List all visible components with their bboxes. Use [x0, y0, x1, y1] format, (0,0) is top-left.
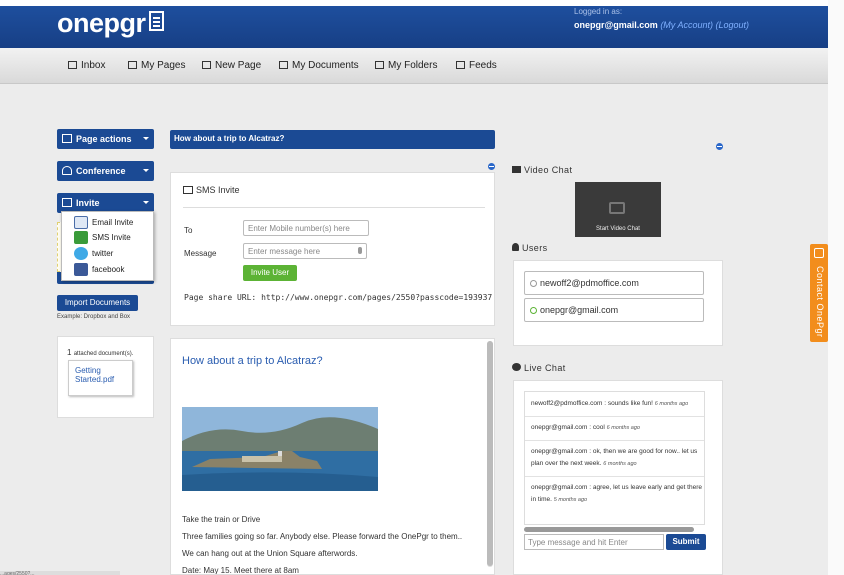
document-line: Three families going so far. Anybody els…: [182, 532, 463, 541]
chat-message: onepgr@gmail.com : ok, then we are good …: [531, 448, 698, 467]
chevron-down-icon: [143, 201, 149, 204]
import-documents-button[interactable]: Import Documents: [57, 295, 138, 311]
chat-message: onepgr@gmail.com : cool 6 months ago: [531, 424, 640, 431]
browser-status-bar: ...ages/2550?...: [0, 571, 120, 575]
page-title-bar: How about a trip to Alcatraz?: [170, 130, 495, 149]
document-line: Take the train or Drive: [182, 515, 261, 524]
user-row[interactable]: onepgr@gmail.com: [524, 298, 704, 322]
onepgr-logo[interactable]: onepgr: [57, 8, 164, 39]
collapse-icon[interactable]: [488, 163, 495, 170]
logo-document-icon: [148, 11, 164, 31]
live-chat-heading: Live Chat: [512, 363, 566, 373]
chevron-down-icon: [143, 137, 149, 140]
my-account-link[interactable]: (My Account): [660, 20, 713, 30]
live-chat-panel: newoff2@pdmoffice.com : sounds like fun!…: [513, 380, 723, 575]
mobile-number-input[interactable]: Enter Mobile number(s) here: [243, 220, 369, 236]
account-info: onepgr@gmail.com (My Account) (Logout): [574, 20, 749, 30]
user-icon: [512, 243, 519, 251]
conference-button[interactable]: Conference: [57, 161, 154, 181]
book-icon: [128, 61, 137, 69]
sms-invite-heading: SMS Invite: [183, 185, 240, 195]
page-share-url: Page share URL: http://www.onepgr.com/pa…: [184, 293, 493, 302]
document-scrollbar[interactable]: [487, 341, 493, 567]
start-video-chat-button[interactable]: Start Video Chat: [575, 182, 661, 237]
user-row[interactable]: newoff2@pdmoffice.com: [524, 271, 704, 295]
menu-email-invite[interactable]: Email Invite: [74, 216, 133, 230]
chat-message-input[interactable]: Type message and hit Enter: [524, 534, 664, 550]
document-title: How about a trip to Alcatraz?: [182, 355, 323, 367]
menu-facebook[interactable]: facebook: [74, 263, 124, 277]
divider: [183, 207, 485, 208]
invite-user-button[interactable]: Invite User: [243, 265, 297, 281]
divider: [525, 476, 704, 477]
facebook-icon: [74, 263, 88, 276]
divider: [525, 416, 704, 417]
alcatraz-photo: [182, 407, 378, 491]
attachments-panel: 1 attached document(s). Getting Started.p…: [57, 336, 154, 418]
chat-icon: [814, 248, 824, 258]
nav-feeds[interactable]: Feeds: [456, 60, 497, 71]
twitter-icon: [74, 247, 88, 260]
video-camera-icon: [512, 166, 521, 173]
menu-sms-invite[interactable]: SMS Invite: [74, 231, 131, 245]
chat-message: newoff2@pdmoffice.com : sounds like fun!…: [531, 400, 689, 407]
nav-my-documents[interactable]: My Documents: [279, 60, 359, 71]
nav-my-pages[interactable]: My Pages: [128, 60, 185, 71]
video-camera-icon: [609, 202, 625, 214]
attached-count: 1 attached document(s).: [67, 348, 134, 357]
start-video-chat-label: Start Video Chat: [596, 226, 640, 232]
logout-link[interactable]: (Logout): [716, 20, 750, 30]
folder-icon: [375, 61, 384, 69]
menu-twitter[interactable]: twitter: [74, 247, 113, 261]
video-chat-heading: Video Chat: [512, 165, 572, 175]
chat-scrollbar[interactable]: [524, 527, 694, 532]
user-icon: [62, 166, 72, 175]
users-heading: Users: [512, 243, 548, 253]
document-line: Date: May 15. Meet there at 8am: [182, 566, 299, 575]
window-edge: [828, 0, 844, 575]
invite-dropdown-menu: Email Invite SMS Invite twitter facebook: [61, 211, 154, 281]
nav-my-folders[interactable]: My Folders: [375, 60, 437, 71]
rss-icon: [456, 61, 465, 69]
main-nav: Inbox My Pages New Page My Documents My …: [0, 48, 828, 84]
nav-inbox[interactable]: Inbox: [68, 60, 105, 71]
page-actions-button[interactable]: Page actions: [57, 129, 154, 149]
chat-message-list: newoff2@pdmoffice.com : sounds like fun!…: [524, 391, 705, 525]
chat-message: onepgr@gmail.com : agree, let us leave e…: [531, 484, 702, 503]
logo-text: onepgr: [57, 8, 146, 38]
envelope-icon: [183, 186, 193, 194]
document-line: We can hang out at the Union Square afte…: [182, 549, 358, 558]
chat-bubble-icon: [512, 363, 521, 371]
chat-submit-button[interactable]: Submit: [666, 534, 706, 550]
message-input[interactable]: Enter message here: [243, 243, 367, 259]
contact-onepgr-tab[interactable]: Contact OnePgr: [810, 244, 828, 342]
microphone-icon[interactable]: [358, 247, 362, 254]
offline-status-icon: [530, 280, 537, 287]
sms-icon: [74, 231, 88, 244]
import-note: Example: Dropbox and Box: [57, 314, 131, 320]
envelope-icon: [68, 61, 77, 69]
collapse-icon[interactable]: [716, 143, 723, 150]
document-panel: How about a trip to Alcatraz? Take the t…: [170, 338, 495, 575]
user-email: onepgr@gmail.com: [574, 20, 658, 30]
message-label: Message: [184, 249, 217, 258]
online-status-icon: [530, 307, 537, 314]
attached-file-link[interactable]: Getting Started.pdf: [68, 360, 133, 396]
sms-invite-panel: SMS Invite To Enter Mobile number(s) her…: [170, 172, 495, 326]
briefcase-icon: [279, 61, 288, 69]
users-panel: newoff2@pdmoffice.com onepgr@gmail.com: [513, 260, 723, 346]
scrollbar-thumb[interactable]: [487, 341, 493, 566]
nav-new-page[interactable]: New Page: [202, 60, 261, 71]
file-icon: [202, 61, 211, 69]
email-icon: [74, 216, 88, 229]
envelope-icon: [62, 198, 72, 207]
divider: [525, 440, 704, 441]
chevron-down-icon: [143, 169, 149, 172]
list-icon: [62, 134, 72, 143]
to-label: To: [184, 226, 193, 235]
logged-in-label: Logged in as:: [574, 7, 623, 16]
invite-button[interactable]: Invite: [57, 193, 154, 213]
